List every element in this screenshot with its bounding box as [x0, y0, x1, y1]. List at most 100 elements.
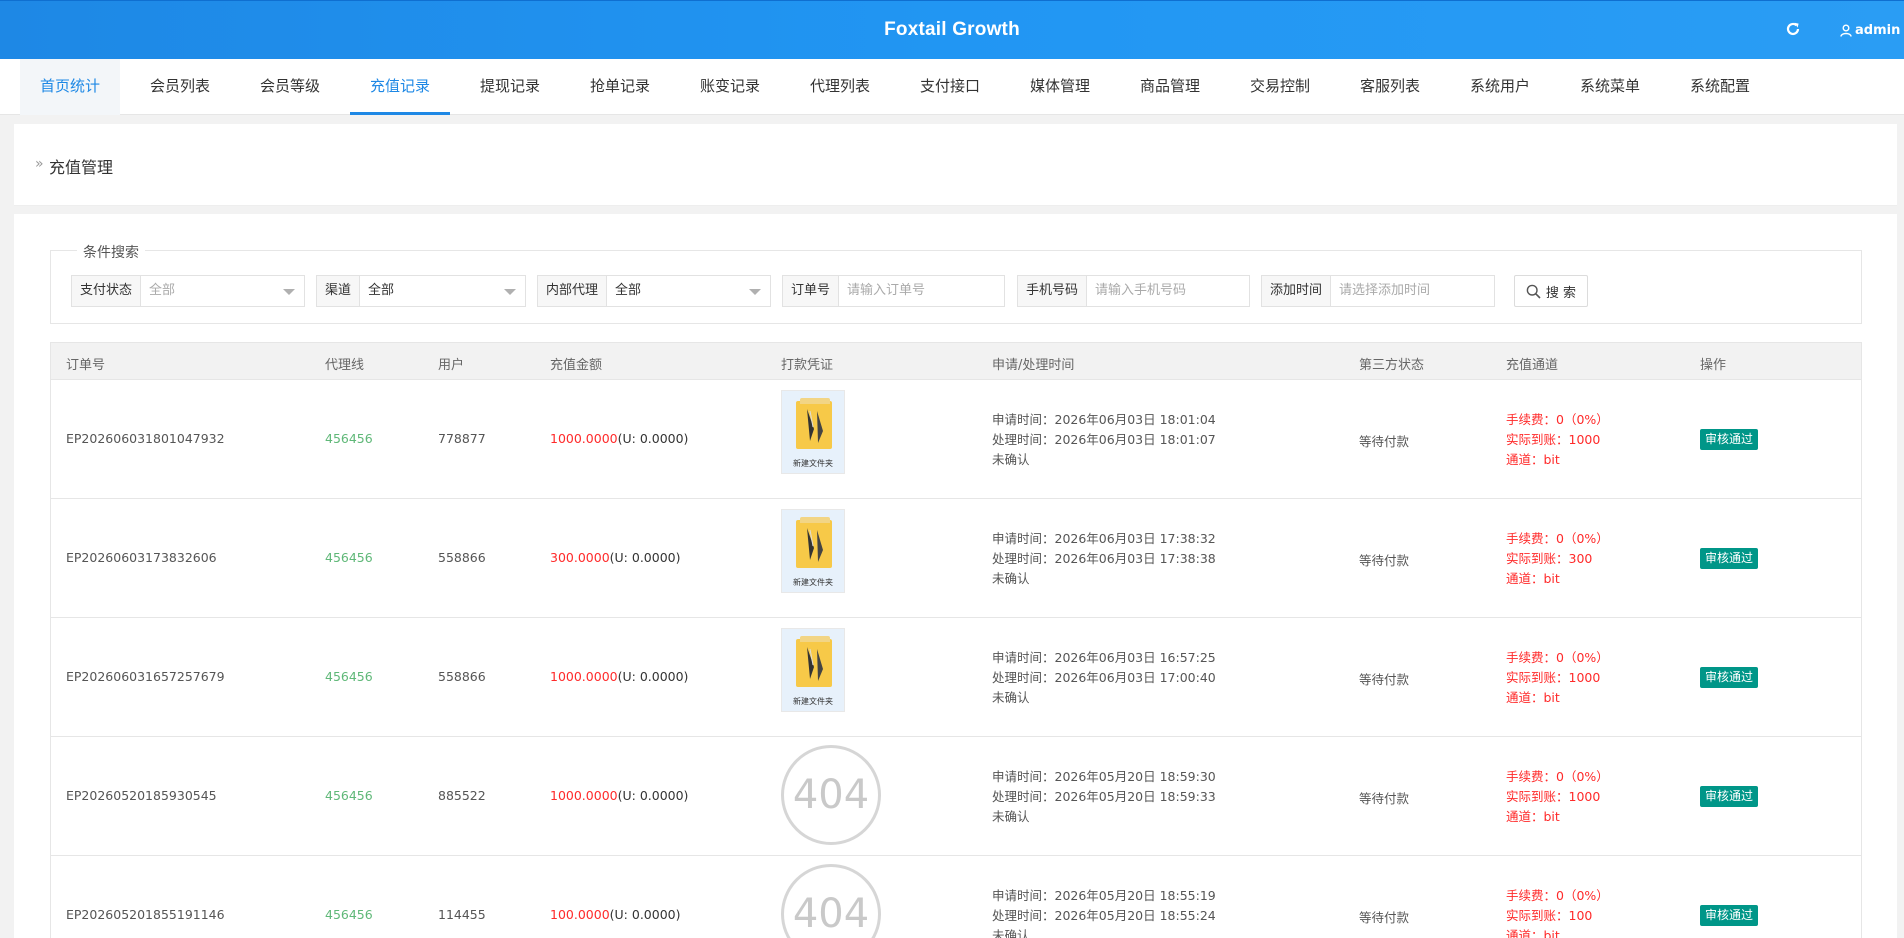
order-number: EP202606031801047932	[66, 431, 225, 446]
third-party-status: 等待付款	[1359, 553, 1410, 568]
tab-grab-records[interactable]: 抢单记录	[570, 59, 670, 115]
process-time: 处理时间：2026年05月20日 18:59:33	[992, 789, 1216, 804]
actual-arrival: 实际到账：1000	[1506, 789, 1601, 804]
proof-cell: 新建文件夹	[781, 390, 845, 474]
refresh-icon[interactable]	[1785, 21, 1801, 37]
search-button[interactable]: 搜 索	[1514, 275, 1588, 307]
phone-field[interactable]: 手机号码 请输入手机号码	[1017, 275, 1250, 307]
user-menu[interactable]: admin	[1840, 21, 1900, 39]
user-id: 778877	[438, 431, 486, 446]
proof-cell: 404	[781, 745, 881, 845]
confirm-status: 未确认	[992, 809, 1030, 824]
scissors-icon	[807, 647, 823, 681]
approve-button[interactable]: 审核通过	[1700, 667, 1759, 688]
recharge-amount: 1000.0000(U: 0.0000)	[550, 431, 688, 446]
order-number: EP20260603173832606	[66, 550, 217, 565]
order-number-label: 订单号	[783, 276, 840, 306]
phone-input[interactable]: 请输入手机号码	[1087, 276, 1249, 306]
top-bar: Foxtail Growth admin	[0, 0, 1904, 59]
proof-thumbnail[interactable]: 新建文件夹	[781, 509, 845, 593]
agent-value: 全部	[615, 283, 642, 298]
tab-system-users[interactable]: 系统用户	[1450, 59, 1550, 115]
scissors-icon	[807, 528, 823, 562]
proof-thumbnail[interactable]: 新建文件夹	[781, 390, 845, 474]
channel-cell: 手续费：0（0%） 实际到账：1000 通道：bit	[1506, 410, 1609, 470]
thumb-caption: 新建文件夹	[793, 697, 833, 706]
amount-value: 1000.0000	[550, 788, 618, 803]
confirm-status: 未确认	[992, 571, 1030, 586]
agent-select[interactable]: 内部代理 全部	[537, 275, 771, 307]
user-id: 885522	[438, 788, 486, 803]
tab-payment-api[interactable]: 支付接口	[900, 59, 1000, 115]
table-row: EP20260603173832606 456456 558866 300.00…	[50, 499, 1862, 618]
order-number: EP202605201855191146	[66, 907, 225, 922]
order-number-field[interactable]: 订单号 请输入订单号	[782, 275, 1005, 307]
proof-cell: 新建文件夹	[781, 509, 845, 593]
tab-member-list[interactable]: 会员列表	[130, 59, 230, 115]
usdt-value: (U: 0.0000)	[609, 907, 681, 922]
confirm-status: 未确认	[992, 452, 1030, 467]
actual-arrival: 实际到账：1000	[1506, 670, 1601, 685]
page-header: » 充值管理	[14, 124, 1897, 206]
actual-arrival: 实际到账：300	[1506, 551, 1593, 566]
time-cell: 申请时间：2026年05月20日 18:59:30 处理时间：2026年05月2…	[992, 767, 1216, 827]
channel-name: 通道：bit	[1506, 809, 1560, 824]
tab-system-config[interactable]: 系统配置	[1670, 59, 1770, 115]
amount-value: 100.0000	[550, 907, 610, 922]
agent-label: 内部代理	[538, 276, 608, 306]
fee: 手续费：0（0%）	[1506, 412, 1609, 427]
user-id: 558866	[438, 669, 486, 684]
tab-withdraw-records[interactable]: 提现记录	[460, 59, 560, 115]
time-cell: 申请时间：2026年06月03日 17:38:32 处理时间：2026年06月0…	[992, 529, 1216, 589]
chevron-down-icon	[504, 289, 516, 295]
fee: 手续费：0（0%）	[1506, 650, 1609, 665]
tab-home-stats[interactable]: 首页统计	[20, 59, 120, 115]
main-content: 条件搜索 支付状态 全部 渠道 全部 内部代理 全部 订单号 请输入订单号 手机…	[14, 214, 1897, 938]
thumb-border	[782, 509, 845, 510]
approve-button[interactable]: 审核通过	[1700, 548, 1759, 569]
confirm-status: 未确认	[992, 928, 1030, 938]
usdt-value: (U: 0.0000)	[617, 788, 689, 803]
channel-select[interactable]: 渠道 全部	[316, 275, 526, 307]
tab-products[interactable]: 商品管理	[1120, 59, 1220, 115]
amount-value: 1000.0000	[550, 431, 618, 446]
fee: 手续费：0（0%）	[1506, 888, 1609, 903]
tab-trade-control[interactable]: 交易控制	[1230, 59, 1330, 115]
approve-button[interactable]: 审核通过	[1700, 429, 1759, 450]
tab-media[interactable]: 媒体管理	[1010, 59, 1110, 115]
order-number: EP20260520185930545	[66, 788, 217, 803]
app-title: Foxtail Growth	[884, 19, 1020, 40]
chevron-down-icon	[749, 289, 761, 295]
order-number: EP202606031657257679	[66, 669, 225, 684]
agent-line: 456456	[325, 669, 373, 684]
tab-member-level[interactable]: 会员等级	[240, 59, 340, 115]
tab-balance-change[interactable]: 账变记录	[680, 59, 780, 115]
missing-image-404: 404	[781, 745, 881, 845]
add-time-field[interactable]: 添加时间 请选择添加时间	[1261, 275, 1495, 307]
approve-button[interactable]: 审核通过	[1700, 786, 1759, 807]
tab-system-menu[interactable]: 系统菜单	[1560, 59, 1660, 115]
thumb-border	[782, 628, 845, 629]
recharge-table: 订单号 代理线 用户 充值金额 打款凭证 申请/处理时间 第三方状态 充值通道 …	[50, 342, 1862, 938]
process-time: 处理时间：2026年05月20日 18:55:24	[992, 908, 1216, 923]
agent-line: 456456	[325, 550, 373, 565]
proof-cell: 新建文件夹	[781, 628, 845, 712]
confirm-status: 未确认	[992, 690, 1030, 705]
channel-cell: 手续费：0（0%） 实际到账：300 通道：bit	[1506, 529, 1609, 589]
channel-name: 通道：bit	[1506, 928, 1560, 938]
fee: 手续费：0（0%）	[1506, 531, 1609, 546]
table-row: EP20260520185930545 456456 885522 1000.0…	[50, 737, 1862, 856]
tab-recharge-records[interactable]: 充值记录	[350, 59, 450, 115]
tab-agent-list[interactable]: 代理列表	[790, 59, 890, 115]
order-number-input[interactable]: 请输入订单号	[839, 276, 1004, 306]
user-id: 558866	[438, 550, 486, 565]
approve-button[interactable]: 审核通过	[1700, 905, 1759, 926]
phone-label: 手机号码	[1018, 276, 1088, 306]
proof-thumbnail[interactable]: 新建文件夹	[781, 628, 845, 712]
apply-time: 申请时间：2026年05月20日 18:59:30	[992, 769, 1216, 784]
add-time-input[interactable]: 请选择添加时间	[1331, 276, 1494, 306]
pay-status-value: 全部	[149, 283, 176, 298]
tab-support-list[interactable]: 客服列表	[1340, 59, 1440, 115]
pay-status-select[interactable]: 支付状态 全部	[71, 275, 305, 307]
search-form: 条件搜索 支付状态 全部 渠道 全部 内部代理 全部 订单号 请输入订单号 手机…	[50, 242, 1862, 324]
